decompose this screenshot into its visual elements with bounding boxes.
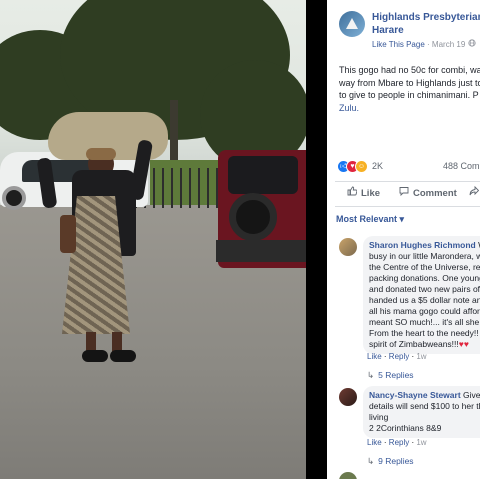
reply-arrow-icon: ↳ [367, 370, 375, 380]
comment-text-start: Give [460, 390, 480, 400]
post-actions: Like Comment [327, 185, 480, 202]
like-button[interactable]: Like [347, 186, 380, 199]
share-button[interactable] [469, 185, 480, 199]
commenter-name[interactable]: Sharon Hughes Richmond [369, 240, 476, 250]
comment-text-line: 2 2Corinthians 8&9 [369, 423, 442, 433]
comment-like-link[interactable]: Like [367, 352, 382, 361]
comment-like-link[interactable]: Like [367, 438, 382, 447]
comment-text-start: W [476, 240, 480, 250]
page-name-line2[interactable]: Harare [372, 24, 480, 37]
comment-bubble: Nancy-Shayne Stewart Give details will s… [363, 386, 480, 438]
comment-text-line: packing donations. One young [369, 273, 480, 283]
comment-reply-link[interactable]: Reply [389, 438, 409, 447]
page-avatar[interactable] [339, 11, 365, 37]
like-this-page-link[interactable]: Like This Page [372, 40, 425, 49]
comment-count[interactable]: 488 Comm [443, 161, 480, 171]
reaction-summary[interactable]: 👍︎ ♥ ☺ 2K 488 Comm [337, 160, 480, 174]
reply-arrow-icon: ↳ [367, 456, 375, 466]
comment-text-line: handed us a $5 dollar note and [369, 295, 480, 305]
comment-bubble: Sharon Hughes Richmond W busy in our lit… [363, 236, 480, 354]
post-card: Highlands Presbyterian C Harare Like Thi… [327, 0, 480, 479]
post-tag-link[interactable]: Zulu. [339, 102, 480, 115]
commenter-avatar[interactable] [339, 472, 357, 479]
haha-reaction-icon: ☺ [355, 160, 368, 173]
meta-separator: · [427, 40, 430, 49]
commenter-name[interactable]: Nancy-Shayne Stewart [369, 390, 461, 400]
post-text-line: way from Mbare to Highlands just to [339, 77, 480, 88]
post-date[interactable]: March 19 [432, 40, 465, 49]
photo-red-suv-bumper [216, 240, 306, 262]
page-name-line1[interactable]: Highlands Presbyterian C [372, 11, 480, 24]
view-replies-link[interactable]: ↳ 9 Replies [367, 456, 414, 467]
thumbs-up-icon [347, 186, 358, 199]
post-meta: Like This Page · March 19 [372, 39, 476, 49]
comment-text-line: spirit of Zimbabweans!!! [369, 339, 459, 349]
view-replies-link[interactable]: ↳ 5 Replies [367, 370, 414, 381]
heart-emoji-icon: ♥♥ [458, 339, 469, 349]
comment-button[interactable]: Comment [399, 186, 457, 199]
replies-count: 5 Replies [378, 370, 414, 380]
comment-text-line: the Centre of the Universe, rec [369, 262, 480, 272]
globe-icon [467, 39, 476, 49]
photo-red-suv-window [228, 156, 298, 194]
post-text-line: to give to people in chimanimani. P [339, 90, 479, 100]
comment-text-line: all his mama gogo could afford [369, 306, 480, 316]
page-name-link[interactable]: Highlands Presbyterian C Harare [372, 11, 480, 37]
comment-actions: Like · Reply · 1w [367, 438, 427, 447]
comment-time[interactable]: 1w [416, 438, 426, 447]
comment-text-line: and donated two new pairs of [369, 284, 480, 294]
comment-text-line: details will send $100 to her th [369, 401, 480, 411]
divider [335, 206, 480, 207]
comment-text-line: living [369, 412, 389, 422]
post-text-line: This gogo had no 50c for combi, wa [339, 65, 480, 75]
like-button-label: Like [361, 188, 381, 199]
photo-shoe [110, 350, 136, 362]
comment-sort-label: Most Relevant [336, 214, 398, 224]
photo-headscarf [86, 148, 116, 160]
comment-sort-dropdown[interactable]: Most Relevant ▾ [336, 214, 404, 225]
photo-spare-wheel [229, 193, 277, 241]
replies-count: 9 Replies [378, 456, 414, 466]
comment-text-line: meant SO much!... it's all she [369, 317, 480, 327]
comment-button-label: Comment [413, 188, 457, 199]
reaction-count[interactable]: 2K [372, 161, 383, 171]
photo-shoe [82, 350, 108, 362]
commenter-avatar[interactable] [339, 238, 357, 256]
photo-white-car-wheel [2, 186, 26, 210]
commenter-avatar[interactable] [339, 388, 357, 406]
comment-actions: Like · Reply · 1w [367, 352, 427, 361]
comment-time[interactable]: 1w [416, 352, 426, 361]
photo-handbag [60, 215, 76, 253]
speech-bubble-icon [399, 186, 409, 199]
comment-text-line: From the heart to the needy!! T [369, 328, 480, 338]
post-body: This gogo had no 50c for combi, wa way f… [339, 64, 480, 114]
divider [335, 181, 480, 182]
comment-text-line: busy in our little Marondera, w [369, 251, 480, 261]
chevron-down-icon: ▾ [399, 214, 405, 224]
share-arrow-icon [469, 185, 480, 199]
comment-reply-link[interactable]: Reply [389, 352, 409, 361]
post-photo[interactable] [0, 0, 306, 479]
